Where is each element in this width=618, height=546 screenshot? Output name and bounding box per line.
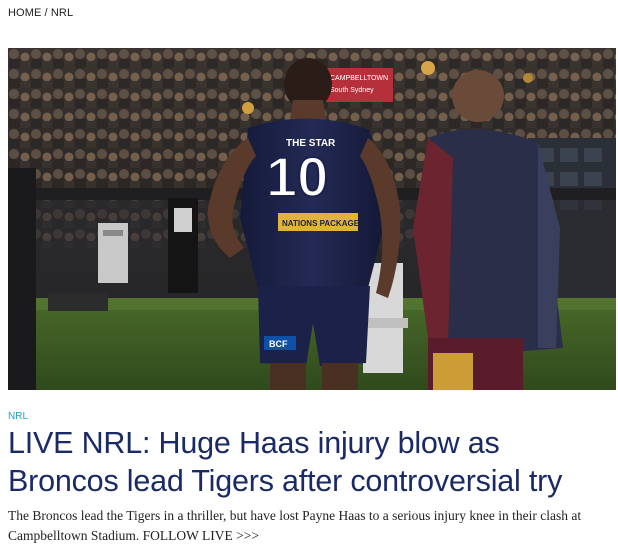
breadcrumb-separator: / xyxy=(41,7,51,19)
jersey-sub-sponsor: NATIONS PACKAGE xyxy=(282,219,360,228)
shorts-sponsor: BCF xyxy=(269,339,288,349)
hero-image[interactable]: CAMPBELLTOWN South Sydney 10 THE STAR NA… xyxy=(8,48,616,390)
sideline-sign-text-1: CAMPBELLTOWN xyxy=(330,75,388,82)
breadcrumb-home-link[interactable]: HOME xyxy=(8,7,41,19)
breadcrumb-section-link[interactable]: NRL xyxy=(51,7,73,19)
section-tag[interactable]: NRL xyxy=(8,411,28,422)
article-summary: The Broncos lead the Tigers in a thrille… xyxy=(8,508,582,543)
jersey-number: 10 xyxy=(266,145,328,208)
breadcrumb: HOME / NRL xyxy=(8,7,73,19)
jersey-sponsor: THE STAR xyxy=(286,138,336,149)
hero-photo-illustration: CAMPBELLTOWN South Sydney 10 THE STAR NA… xyxy=(8,48,616,390)
sideline-sign-text-2: South Sydney xyxy=(330,87,374,94)
article-headline[interactable]: LIVE NRL: Huge Haas injury blow as Bronc… xyxy=(8,424,614,500)
